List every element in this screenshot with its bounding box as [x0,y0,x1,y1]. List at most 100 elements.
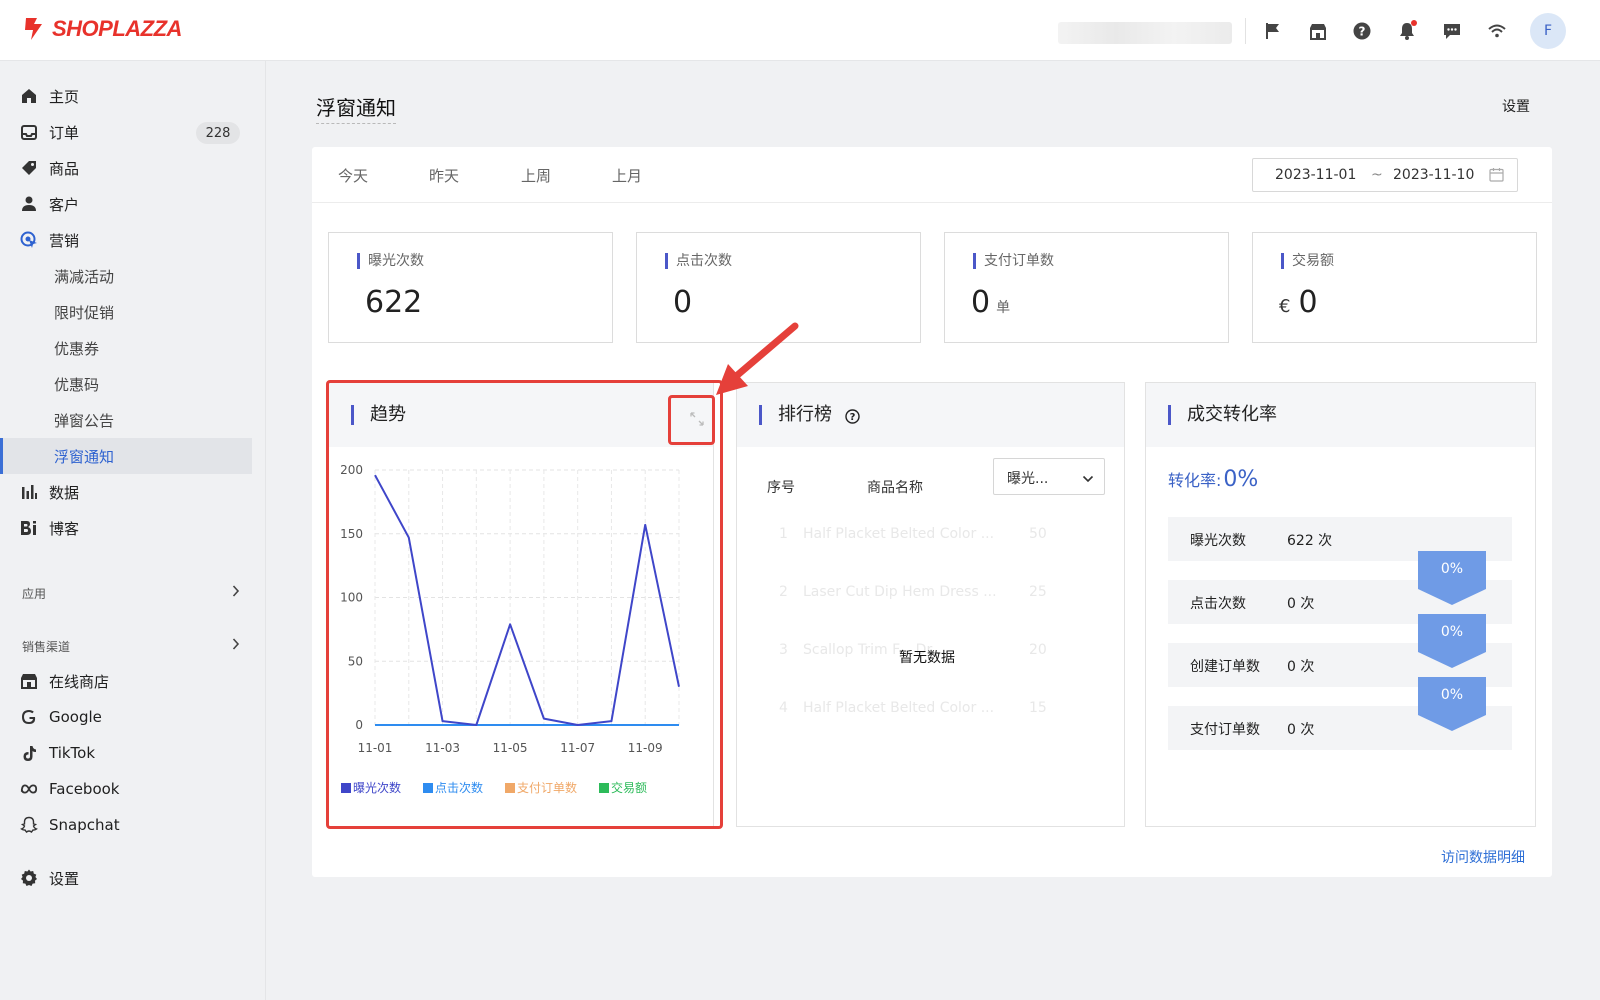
stat-title: 交易额 [1281,253,1334,269]
sidebar-item-online-store[interactable]: 在线商店 [0,663,252,699]
flag-icon[interactable] [1262,20,1284,42]
wifi-icon[interactable] [1486,20,1508,42]
date-filter-bar: 今天 昨天 上周 上月 2023-11-01 ~ 2023-11-10 [312,147,1552,203]
placeholder-row: 4 Half Placket Belted Color ... 15 [779,700,1047,716]
svg-text:?: ? [1359,25,1366,39]
date-end[interactable]: 2023-11-10 [1393,167,1474,183]
empty-state-text: 暂无数据 [899,650,955,666]
tab-yesterday[interactable]: 昨天 [429,165,459,186]
placeholder-row: 1 Half Placket Belted Color ... 50 [779,526,1047,542]
tab-today[interactable]: 今天 [338,165,368,186]
avatar[interactable]: F [1530,13,1566,49]
expand-highlight-box [668,395,715,445]
conversion-panel-header: 成交转化率 [1146,383,1535,447]
sidebar-item-flash-sale[interactable]: 限时促销 [0,294,252,330]
help-icon[interactable]: ? [1351,20,1373,42]
sidebar-item-tiktok[interactable]: TikTok [0,735,252,771]
sidebar-item-label: 设置 [49,869,80,888]
sidebar-item-label: 营销 [49,231,80,250]
tiktok-icon [20,744,38,762]
settings-link[interactable]: 设置 [1502,96,1530,116]
sidebar-item-label: Google [49,708,102,726]
help-icon[interactable]: ? [845,409,860,428]
funnel-step-rate: 0% [1418,551,1486,605]
sidebar-item-label: 商品 [49,159,80,178]
sidebar-item-label: Facebook [49,780,120,798]
sidebar-item-label: 优惠码 [54,375,100,394]
column-header-index: 序号 [767,480,795,496]
sidebar-item-label: 订单 [49,123,80,142]
bell-icon[interactable] [1396,20,1418,42]
date-separator: ~ [1371,167,1383,183]
blog-icon [20,519,38,537]
sidebar-item-coupons[interactable]: 优惠券 [0,330,252,366]
sidebar-item-facebook[interactable]: Facebook [0,771,252,807]
stat-title: 点击次数 [665,253,732,269]
funnel-step-rate: 0% [1418,614,1486,668]
google-icon [20,708,38,726]
chevron-right-icon[interactable] [232,636,240,655]
store-switcher[interactable] [1058,22,1232,44]
tab-last-week[interactable]: 上周 [521,165,551,186]
chevron-right-icon[interactable] [232,583,240,602]
apps-section-title: 应用 [22,587,47,601]
sidebar-item-label: 客户 [49,195,80,214]
message-icon[interactable] [1441,20,1463,42]
svg-text:?: ? [850,412,856,423]
date-range-picker[interactable]: 2023-11-01 ~ 2023-11-10 [1252,158,1518,192]
page-title: 浮窗通知 [316,92,396,124]
stat-value: 622 [365,285,423,320]
bar-chart-icon [20,483,38,501]
sidebar-item-label: 浮窗通知 [54,447,115,466]
stat-unit: 单 [996,300,1011,316]
date-start[interactable]: 2023-11-01 [1275,167,1356,183]
sidebar-item-marketing[interactable]: 营销 [0,222,252,258]
currency-symbol: € [1279,296,1291,317]
sidebar-item-promo-codes[interactable]: 优惠码 [0,366,252,402]
annotation-arrow [716,322,799,395]
home-icon [20,87,38,105]
chevron-down-icon [1082,471,1094,487]
store-icon[interactable] [1307,20,1329,42]
shoplazza-logo[interactable]: SHOPLAZZA [22,16,182,42]
sidebar-item-settings[interactable]: 设置 [0,860,252,896]
channels-section-title: 销售渠道 [22,640,71,654]
sidebar-item-blog[interactable]: 博客 [0,510,252,546]
conversion-panel: 成交转化率 转化率:0% 曝光次数 622 次 点击次数 0 次 创建订单数 0 次 … [1145,382,1536,827]
sidebar-item-customers[interactable]: 客户 [0,186,252,222]
sidebar-item-discounts[interactable]: 满减活动 [0,258,252,294]
column-header-product-name: 商品名称 [867,480,923,496]
sidebar-item-analytics[interactable]: 数据 [0,474,252,510]
metric-select[interactable]: 曝光... [993,458,1105,495]
conversion-title: 成交转化率 [1168,405,1277,425]
funnel-step-rate: 0% [1418,677,1486,731]
stat-value: 0单 [971,285,1011,320]
stat-value: €0 [1279,285,1318,320]
sidebar-item-snapchat[interactable]: Snapchat [0,807,252,843]
sidebar-item-home[interactable]: 主页 [0,78,252,114]
sidebar-item-label: 限时促销 [54,303,115,322]
orders-count-badge: 228 [196,122,240,144]
stat-revenue: 交易额 €0 [1252,232,1537,343]
store-icon [20,672,38,690]
calendar-icon[interactable] [1489,167,1504,186]
sidebar-item-floating-notification[interactable]: 浮窗通知 [0,438,252,474]
sidebar-item-google[interactable]: Google [0,699,252,735]
sidebar-item-label: 主页 [49,87,80,106]
sidebar: 主页 订单 228 商品 客户 营销 满减活动 限时促销 优惠券 优惠码 弹窗公… [0,61,266,1000]
sidebar-item-label: 优惠券 [54,339,100,358]
stat-value: 0 [673,285,693,320]
sidebar-item-label: 满减活动 [54,267,115,286]
sidebar-item-label: Snapchat [49,816,120,834]
top-bar: SHOPLAZZA ? F [0,0,1600,61]
brand-name: SHOPLAZZA [52,16,182,41]
sidebar-item-orders[interactable]: 订单 228 [0,114,252,150]
sidebar-item-products[interactable]: 商品 [0,150,252,186]
sidebar-item-popup-announcement[interactable]: 弹窗公告 [0,402,252,438]
stat-title: 支付订单数 [973,253,1054,269]
inbox-icon [20,123,38,141]
tab-last-month[interactable]: 上月 [612,165,642,186]
sidebar-item-label: 博客 [49,519,80,538]
view-data-details-link[interactable]: 访问数据明细 [1441,847,1525,867]
topbar-divider [1245,18,1246,44]
